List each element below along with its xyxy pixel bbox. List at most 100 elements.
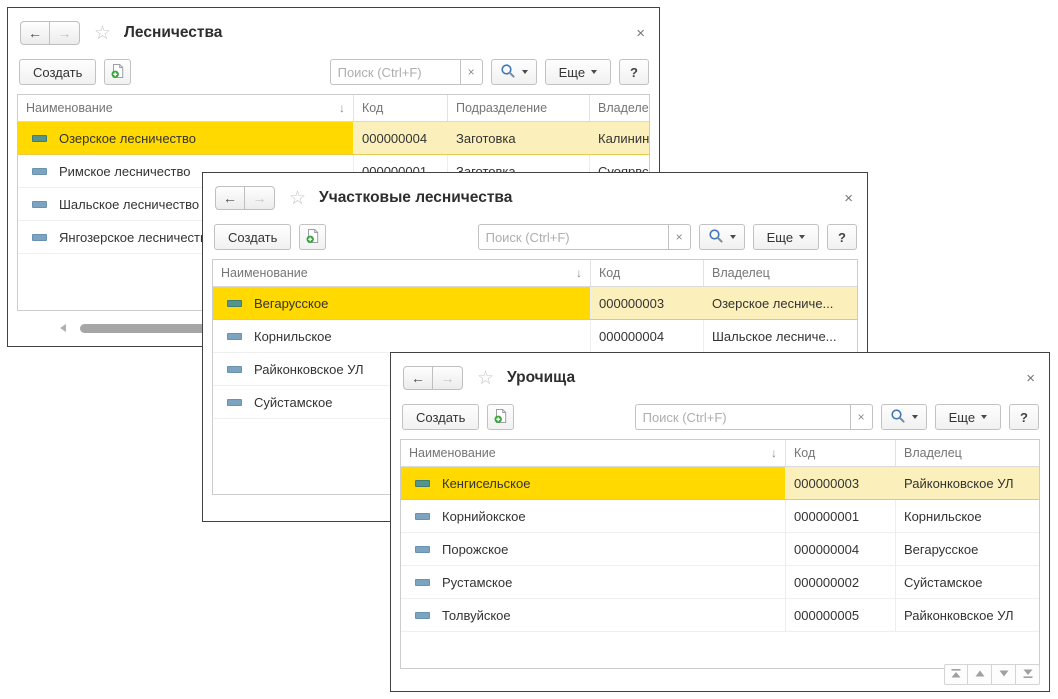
table-row[interactable]: Корнийокское 000000001 Корнильское xyxy=(401,500,1039,533)
row-name: Кенгисельское xyxy=(442,476,530,491)
column-header-owner[interactable]: Владелец xyxy=(590,95,649,121)
toolbar: Создать × Еще ? xyxy=(8,56,659,94)
name-cell: Корнильское xyxy=(213,320,591,352)
name-cell: Толвуйское xyxy=(401,599,786,631)
forward-arrow-icon: → xyxy=(58,26,72,40)
row-name: Корнийокское xyxy=(442,509,526,524)
row-name: Райконковское УЛ xyxy=(254,362,364,377)
scroll-left-arrow-icon[interactable] xyxy=(60,324,66,332)
forward-button[interactable]: → xyxy=(433,366,463,390)
more-button[interactable]: Еще xyxy=(545,59,611,85)
go-last-row-button[interactable] xyxy=(1016,664,1040,685)
owner-cell: Райконковское УЛ xyxy=(896,467,1039,499)
chevron-down-icon xyxy=(912,415,918,419)
forward-arrow-icon: → xyxy=(253,191,267,205)
column-header-code[interactable]: Код xyxy=(354,95,448,121)
column-header-label: Наименование xyxy=(221,266,308,280)
column-header-name[interactable]: Наименование ↓ xyxy=(401,440,786,466)
help-button[interactable]: ? xyxy=(619,59,649,85)
code-cell: 000000004 xyxy=(354,122,448,154)
name-cell: Корнийокское xyxy=(401,500,786,532)
item-dash-icon xyxy=(415,579,430,586)
column-header-name[interactable]: Наименование ↓ xyxy=(18,95,354,121)
owner-cell: Райконковское УЛ xyxy=(896,599,1039,631)
item-dash-icon xyxy=(415,546,430,553)
go-last-icon xyxy=(1022,667,1034,682)
column-header-owner[interactable]: Владелец xyxy=(704,260,857,286)
magnifier-icon xyxy=(708,228,724,247)
table-row[interactable]: Озерское лесничество 000000004 Заготовка… xyxy=(18,122,649,155)
row-name: Римское лесничество xyxy=(59,164,190,179)
search-options-button[interactable] xyxy=(881,404,927,430)
create-button[interactable]: Создать xyxy=(214,224,291,250)
window-title: Участковые лесничества xyxy=(319,189,512,207)
search-options-button[interactable] xyxy=(699,224,745,250)
favorite-star-icon[interactable]: ☆ xyxy=(289,189,306,208)
more-button[interactable]: Еще xyxy=(935,404,1001,430)
history-nav: ← → xyxy=(403,366,463,390)
table-row[interactable]: Рустамское 000000002 Суйстамское xyxy=(401,566,1039,599)
forward-button[interactable]: → xyxy=(245,186,275,210)
table-header-row: Наименование ↓ Код Владелец xyxy=(401,440,1039,467)
table-row[interactable]: Кенгисельское 000000003 Райконковское УЛ xyxy=(401,467,1039,500)
close-button[interactable]: × xyxy=(634,26,647,41)
search-input[interactable] xyxy=(478,224,668,250)
create-button[interactable]: Создать xyxy=(402,404,479,430)
row-name: Порожское xyxy=(442,542,508,557)
forward-button[interactable]: → xyxy=(50,21,80,45)
help-button[interactable]: ? xyxy=(1009,404,1039,430)
search-clear-button[interactable]: × xyxy=(460,59,483,85)
name-cell: Вегарусское xyxy=(213,287,591,319)
search-clear-button[interactable]: × xyxy=(850,404,873,430)
code-cell: 000000004 xyxy=(786,533,896,565)
close-button[interactable]: × xyxy=(842,191,855,206)
back-button[interactable]: ← xyxy=(215,186,245,210)
close-button[interactable]: × xyxy=(1024,371,1037,386)
forward-arrow-icon: → xyxy=(441,371,455,385)
favorite-star-icon[interactable]: ☆ xyxy=(477,369,494,388)
next-row-button[interactable] xyxy=(992,664,1016,685)
column-header-name[interactable]: Наименование ↓ xyxy=(213,260,591,286)
sort-desc-icon: ↓ xyxy=(333,101,345,115)
table-row[interactable]: Корнильское 000000004 Шальское лесниче..… xyxy=(213,320,857,353)
back-button[interactable]: ← xyxy=(20,21,50,45)
create-button[interactable]: Создать xyxy=(19,59,96,85)
column-header-code[interactable]: Код xyxy=(786,440,896,466)
name-cell: Озерское лесничество xyxy=(18,122,354,154)
owner-cell: Корнильское xyxy=(896,500,1039,532)
sort-desc-icon: ↓ xyxy=(570,266,582,280)
create-group-button[interactable] xyxy=(487,404,514,430)
code-cell: 000000003 xyxy=(591,287,704,319)
create-group-button[interactable] xyxy=(104,59,131,85)
row-name: Озерское лесничество xyxy=(59,131,196,146)
more-button[interactable]: Еще xyxy=(753,224,819,250)
favorite-star-icon[interactable]: ☆ xyxy=(94,24,111,43)
search-input[interactable] xyxy=(635,404,850,430)
new-document-plus-icon xyxy=(305,228,321,247)
column-header-department[interactable]: Подразделение xyxy=(448,95,590,121)
previous-row-button[interactable] xyxy=(968,664,992,685)
search-input[interactable] xyxy=(330,59,460,85)
search-options-button[interactable] xyxy=(491,59,537,85)
help-button[interactable]: ? xyxy=(827,224,857,250)
name-cell: Рустамское xyxy=(401,566,786,598)
table-row[interactable]: Толвуйское 000000005 Райконковское УЛ xyxy=(401,599,1039,632)
item-dash-icon xyxy=(227,399,242,406)
create-group-button[interactable] xyxy=(299,224,326,250)
titlebar: ← → ☆ Участковые лесничества × xyxy=(203,173,867,221)
column-header-code[interactable]: Код xyxy=(591,260,704,286)
search-clear-button[interactable]: × xyxy=(668,224,691,250)
table-row[interactable]: Вегарусское 000000003 Озерское лесниче..… xyxy=(213,287,857,320)
department-cell: Заготовка xyxy=(448,122,590,154)
back-button[interactable]: ← xyxy=(403,366,433,390)
table-header-row: Наименование ↓ Код Подразделение Владеле… xyxy=(18,95,649,122)
go-first-row-button[interactable] xyxy=(944,664,968,685)
window-title: Урочища xyxy=(507,369,575,387)
magnifier-icon xyxy=(500,63,516,82)
column-header-owner[interactable]: Владелец xyxy=(896,440,1039,466)
name-cell: Кенгисельское xyxy=(401,467,786,499)
item-dash-icon xyxy=(32,135,47,142)
code-cell: 000000003 xyxy=(786,467,896,499)
table-row[interactable]: Порожское 000000004 Вегарусское xyxy=(401,533,1039,566)
titlebar: ← → ☆ Лесничества × xyxy=(8,8,659,56)
